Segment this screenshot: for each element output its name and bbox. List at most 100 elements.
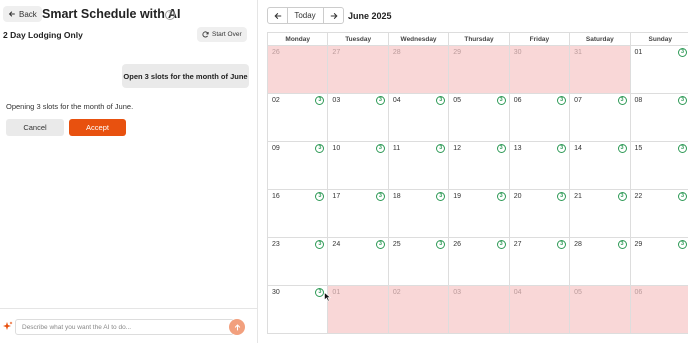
day-number: 31: [574, 49, 582, 56]
day-number: 01: [635, 49, 643, 56]
day-cell[interactable]: 193: [449, 190, 509, 238]
back-button[interactable]: Back: [3, 6, 42, 22]
slot-count-badge: 3: [678, 192, 687, 201]
user-message: Open 3 slots for the month of June: [122, 64, 249, 88]
day-cell[interactable]: 053: [449, 94, 509, 142]
day-number: 21: [574, 193, 582, 200]
day-number: 11: [393, 145, 400, 152]
day-cell-unavailable[interactable]: 04: [509, 286, 569, 334]
day-number: 24: [332, 241, 340, 248]
slot-count-badge: 3: [315, 144, 324, 153]
day-cell-unavailable[interactable]: 06: [630, 286, 688, 334]
calendar-panel: Today June 2025 MondayTuesdayWednesdayTh…: [257, 0, 688, 343]
day-number: 06: [635, 289, 643, 296]
day-cell[interactable]: 233: [268, 238, 328, 286]
prev-month-button[interactable]: [267, 7, 288, 24]
day-cell[interactable]: 033: [328, 94, 388, 142]
day-cell[interactable]: 213: [570, 190, 630, 238]
today-button[interactable]: Today: [287, 7, 323, 24]
day-number: 10: [332, 145, 340, 152]
day-cell[interactable]: 133: [509, 142, 569, 190]
day-cell[interactable]: 103: [328, 142, 388, 190]
day-cell[interactable]: 223: [630, 190, 688, 238]
day-cell[interactable]: 143: [570, 142, 630, 190]
day-number: 25: [393, 241, 401, 248]
month-title: June 2025: [348, 11, 392, 21]
calendar-body: 2627282930310130230330430530630730830931…: [268, 46, 688, 334]
day-number: 30: [272, 289, 280, 296]
day-cell[interactable]: 073: [570, 94, 630, 142]
day-cell[interactable]: 303: [268, 286, 328, 334]
week-row: 163173183193203213223: [268, 190, 688, 238]
help-circle-icon[interactable]: ?: [165, 10, 175, 20]
day-number: 26: [272, 49, 280, 56]
day-cell[interactable]: 043: [388, 94, 448, 142]
day-cell[interactable]: 01 3: [630, 46, 688, 94]
day-cell[interactable]: 113: [388, 142, 448, 190]
day-number: 28: [574, 241, 582, 248]
slot-count-badge: 3: [618, 240, 627, 249]
day-cell-unavailable[interactable]: 27: [328, 46, 388, 94]
day-number: 27: [332, 49, 340, 56]
next-month-button[interactable]: [323, 7, 344, 24]
day-cell[interactable]: 153: [630, 142, 688, 190]
day-cell[interactable]: 28 3: [570, 238, 630, 286]
day-cell[interactable]: 263: [449, 238, 509, 286]
day-cell[interactable]: 023: [268, 94, 328, 142]
day-number: 06: [514, 97, 522, 104]
month-calendar: MondayTuesdayWednesdayThursdayFridaySatu…: [267, 32, 688, 334]
day-cell[interactable]: 183: [388, 190, 448, 238]
day-cell[interactable]: 243: [328, 238, 388, 286]
day-number: 18: [393, 193, 401, 200]
arrow-up-icon: [234, 324, 241, 331]
day-cell-unavailable[interactable]: 30: [509, 46, 569, 94]
day-cell[interactable]: 083: [630, 94, 688, 142]
weekday-friday: Friday: [509, 33, 569, 46]
day-cell[interactable]: 173: [328, 190, 388, 238]
slot-count-badge: 3: [618, 96, 627, 105]
day-cell[interactable]: 273: [509, 238, 569, 286]
day-cell-unavailable[interactable]: 02: [388, 286, 448, 334]
day-number: 16: [272, 193, 280, 200]
day-cell[interactable]: 253: [388, 238, 448, 286]
day-cell[interactable]: 293: [630, 238, 688, 286]
slot-count-badge: 3: [497, 144, 506, 153]
day-cell-unavailable[interactable]: 28: [388, 46, 448, 94]
day-cell[interactable]: 163: [268, 190, 328, 238]
day-number: 03: [453, 289, 461, 296]
day-cell-unavailable[interactable]: 01: [328, 286, 388, 334]
weekday-thursday: Thursday: [449, 33, 509, 46]
weekday-saturday: Saturday: [570, 33, 630, 46]
week-row: 233243253263273 28 3293: [268, 238, 688, 286]
start-over-button[interactable]: Start Over: [197, 27, 247, 42]
day-number: 13: [514, 145, 522, 152]
day-number: 02: [272, 97, 280, 104]
day-number: 03: [332, 97, 340, 104]
day-cell-unavailable[interactable]: 29: [449, 46, 509, 94]
mouse-cursor-icon: [324, 292, 331, 302]
day-cell-unavailable[interactable]: 31: [570, 46, 630, 94]
day-cell-unavailable[interactable]: 26: [268, 46, 328, 94]
day-cell[interactable]: 063: [509, 94, 569, 142]
day-cell-unavailable[interactable]: 03: [449, 286, 509, 334]
day-number: 30: [514, 49, 522, 56]
accept-button[interactable]: Accept: [69, 119, 126, 136]
day-number: 26: [453, 241, 461, 248]
day-number: 29: [635, 241, 643, 248]
day-number: 14: [574, 145, 582, 152]
day-cell[interactable]: 09 3: [268, 142, 328, 190]
day-number: 05: [453, 97, 461, 104]
day-cell[interactable]: 123: [449, 142, 509, 190]
send-button[interactable]: [229, 319, 245, 335]
arrow-left-icon: [274, 12, 282, 20]
slot-count-badge: 3: [678, 48, 687, 57]
ai-message: Opening 3 slots for the month of June.: [6, 102, 133, 111]
day-number: 09: [272, 145, 280, 152]
slot-count-badge: 3: [678, 144, 687, 153]
day-number: 08: [635, 97, 643, 104]
day-cell-unavailable[interactable]: 05: [570, 286, 630, 334]
slot-count-badge: 3: [497, 192, 506, 201]
cancel-button[interactable]: Cancel: [6, 119, 64, 136]
chat-input[interactable]: [15, 319, 234, 335]
day-cell[interactable]: 203: [509, 190, 569, 238]
